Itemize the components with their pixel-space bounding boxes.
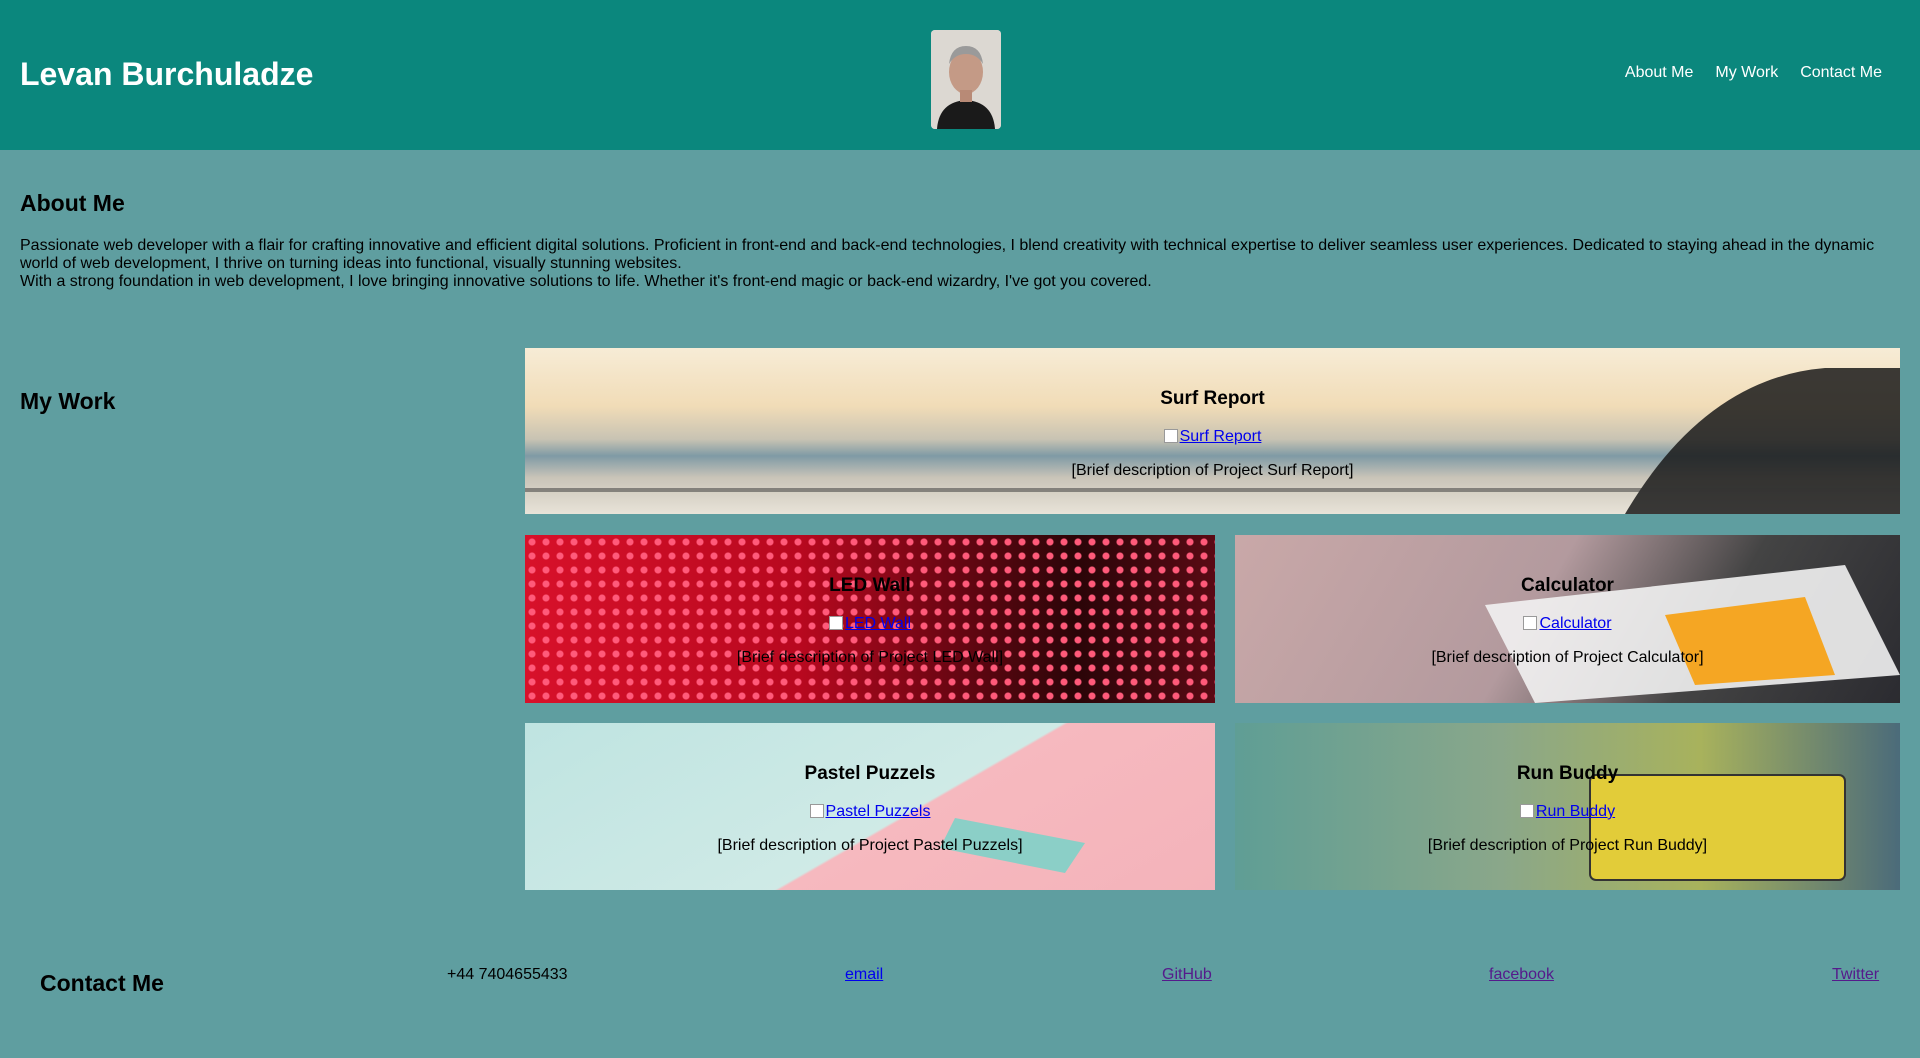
github-link[interactable]: GitHub — [1162, 966, 1212, 984]
project-description: [Brief description of Project Surf Repor… — [1071, 462, 1354, 479]
contact-phone: +44 7404655433 — [447, 966, 568, 983]
site-header: Levan Burchuladze About Me My Work Conta… — [0, 0, 1920, 150]
project-card-pastel-puzzels: Pastel Puzzels Pastel Puzzels [Brief des… — [525, 723, 1215, 890]
avatar — [931, 30, 1001, 129]
project-title: Calculator — [1521, 575, 1614, 596]
about-text: Passionate web developer with a flair fo… — [20, 237, 1900, 291]
project-description: [Brief description of Project Calculator… — [1431, 649, 1704, 666]
project-description: [Brief description of Project LED Wall] — [736, 649, 1004, 666]
project-card-led-wall: LED Wall LED Wall [Brief description of … — [525, 535, 1215, 703]
facebook-link[interactable]: facebook — [1489, 966, 1554, 984]
project-description: [Brief description of Project Pastel Puz… — [717, 837, 1023, 854]
nav-about-me[interactable]: About Me — [1625, 64, 1693, 82]
project-title: Pastel Puzzels — [804, 763, 936, 784]
project-image-link[interactable]: Surf Report — [1163, 428, 1261, 446]
project-title: LED Wall — [829, 575, 911, 596]
project-card-surf-report: Surf Report Surf Report [Brief descripti… — [525, 348, 1900, 514]
project-image-link[interactable]: LED Wall — [828, 615, 911, 633]
about-title: About Me — [20, 190, 125, 216]
project-card-calculator: Calculator Calculator [Brief description… — [1235, 535, 1900, 703]
twitter-link[interactable]: Twitter — [1832, 966, 1879, 984]
project-card-run-buddy: Run Buddy Run Buddy [Brief description o… — [1235, 723, 1900, 890]
project-image-link[interactable]: Run Buddy — [1519, 803, 1615, 821]
about-paragraph-1: Passionate web developer with a flair fo… — [20, 237, 1875, 272]
site-title: Levan Burchuladze — [20, 56, 314, 92]
broken-image-icon — [809, 804, 824, 818]
broken-image-icon — [1163, 429, 1178, 443]
main-nav: About Me My Work Contact Me — [1625, 64, 1882, 82]
project-description: [Brief description of Project Run Buddy] — [1427, 837, 1708, 854]
nav-contact-me[interactable]: Contact Me — [1800, 64, 1882, 82]
contact-title: Contact Me — [40, 970, 164, 996]
broken-image-icon — [828, 616, 843, 630]
project-title: Run Buddy — [1516, 763, 1619, 784]
project-title: Surf Report — [1160, 388, 1265, 409]
work-title: My Work — [20, 388, 116, 414]
project-image-link[interactable]: Calculator — [1523, 615, 1612, 633]
email-link[interactable]: email — [845, 966, 883, 984]
broken-image-icon — [1519, 804, 1534, 818]
about-paragraph-2: With a strong foundation in web developm… — [20, 273, 1152, 290]
project-image-link[interactable]: Pastel Puzzels — [809, 803, 930, 821]
broken-image-icon — [1523, 616, 1538, 630]
nav-my-work[interactable]: My Work — [1715, 64, 1778, 82]
